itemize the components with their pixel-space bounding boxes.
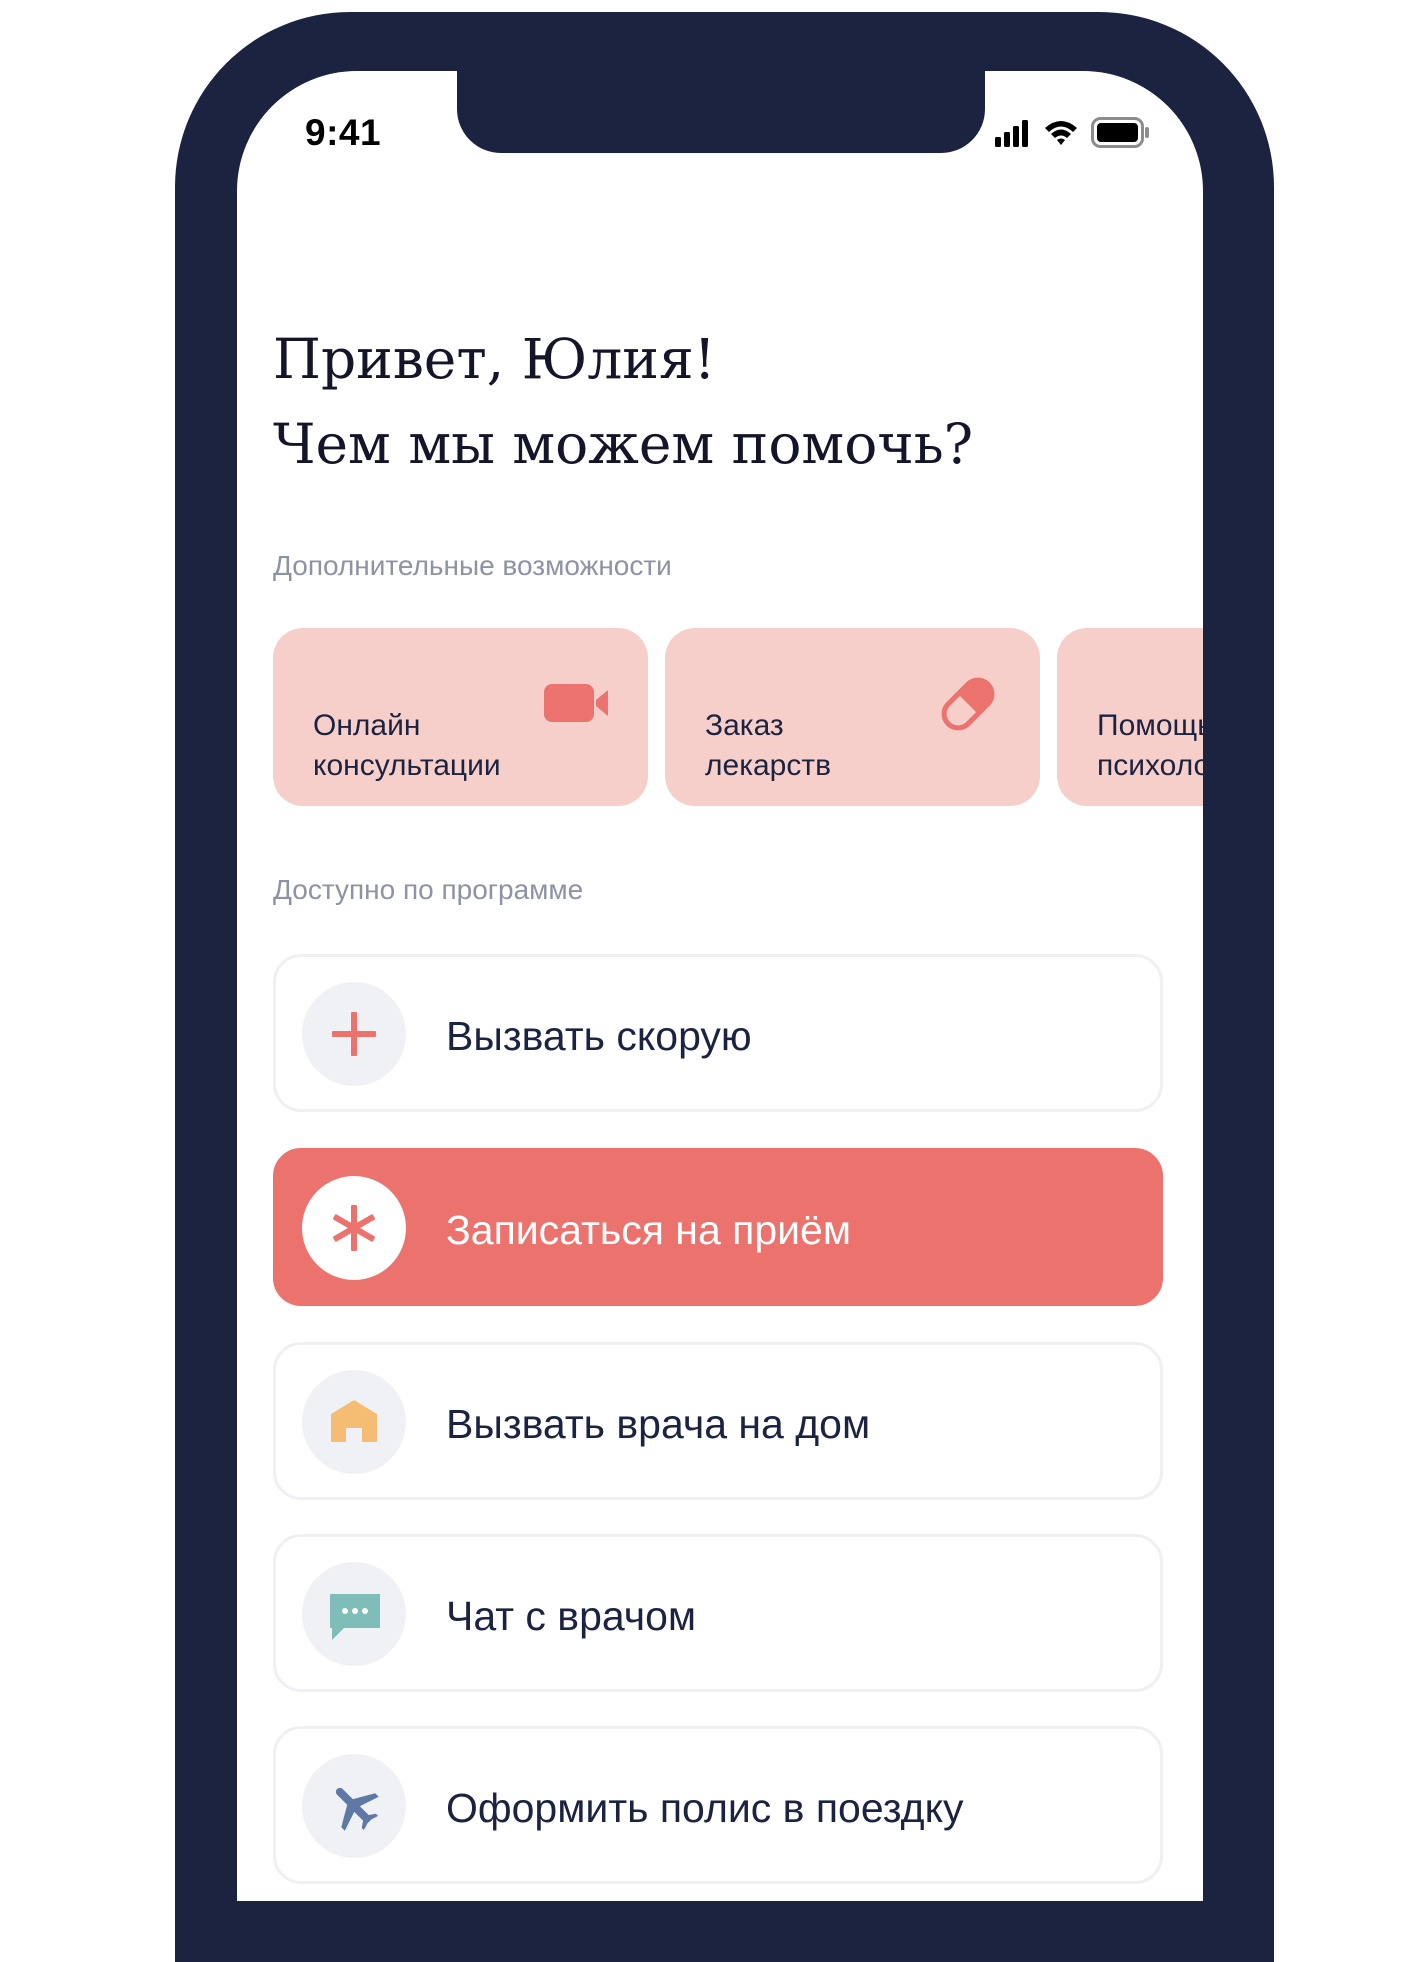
row-chat-with-doctor[interactable]: Чат с врачом (273, 1534, 1163, 1692)
airplane-icon (328, 1780, 380, 1837)
row-icon-circle (302, 982, 406, 1086)
notch (457, 71, 985, 153)
cellular-signal-icon (995, 119, 1031, 152)
row-icon-circle (302, 1370, 406, 1474)
status-time: 9:41 (305, 112, 382, 153)
chat-bubble-icon (328, 1592, 382, 1647)
chip-label: Онлайн консультации (313, 709, 501, 782)
asterisk-icon (329, 1203, 379, 1258)
row-icon-circle (302, 1754, 406, 1858)
phone-screen: 9:41 Привет, Юлия! Чем мы можем помочь? … (237, 71, 1203, 1901)
battery-icon (1091, 117, 1151, 154)
row-doctor-home-visit[interactable]: Вызвать врача на дом (273, 1342, 1163, 1500)
row-label: Записаться на приём (446, 1207, 852, 1253)
greeting-subtitle: Чем мы можем помочь? (273, 412, 974, 476)
chip-psychologist-help[interactable]: Помощь психолога (1057, 628, 1203, 806)
house-icon (329, 1398, 379, 1449)
chip-label: Помощь психолога (1097, 709, 1203, 782)
row-label: Оформить полис в поездку (446, 1785, 964, 1831)
row-icon-circle (302, 1562, 406, 1666)
row-book-appointment[interactable]: Записаться на приём (273, 1148, 1163, 1306)
row-icon-circle (302, 1176, 406, 1280)
chip-medicine-order[interactable]: Заказ лекарств (665, 628, 1040, 806)
row-label: Вызвать врача на дом (446, 1401, 871, 1447)
video-camera-icon (544, 682, 610, 729)
chip-online-consultations[interactable]: Онлайн консультации (273, 628, 648, 806)
wifi-icon (1043, 117, 1079, 152)
row-travel-insurance[interactable]: Оформить полис в поездку (273, 1726, 1163, 1884)
section-title-program: Доступно по программе (273, 874, 584, 905)
pill-icon (936, 672, 1000, 741)
row-label: Чат с врачом (446, 1593, 697, 1639)
greeting-title: Привет, Юлия! (273, 327, 716, 391)
chip-label: Заказ лекарств (705, 709, 832, 782)
row-label: Вызвать скорую (446, 1013, 752, 1059)
plus-icon (329, 1009, 379, 1064)
row-call-ambulance[interactable]: Вызвать скорую (273, 954, 1163, 1112)
section-title-extra: Дополнительные возможности (273, 550, 672, 581)
